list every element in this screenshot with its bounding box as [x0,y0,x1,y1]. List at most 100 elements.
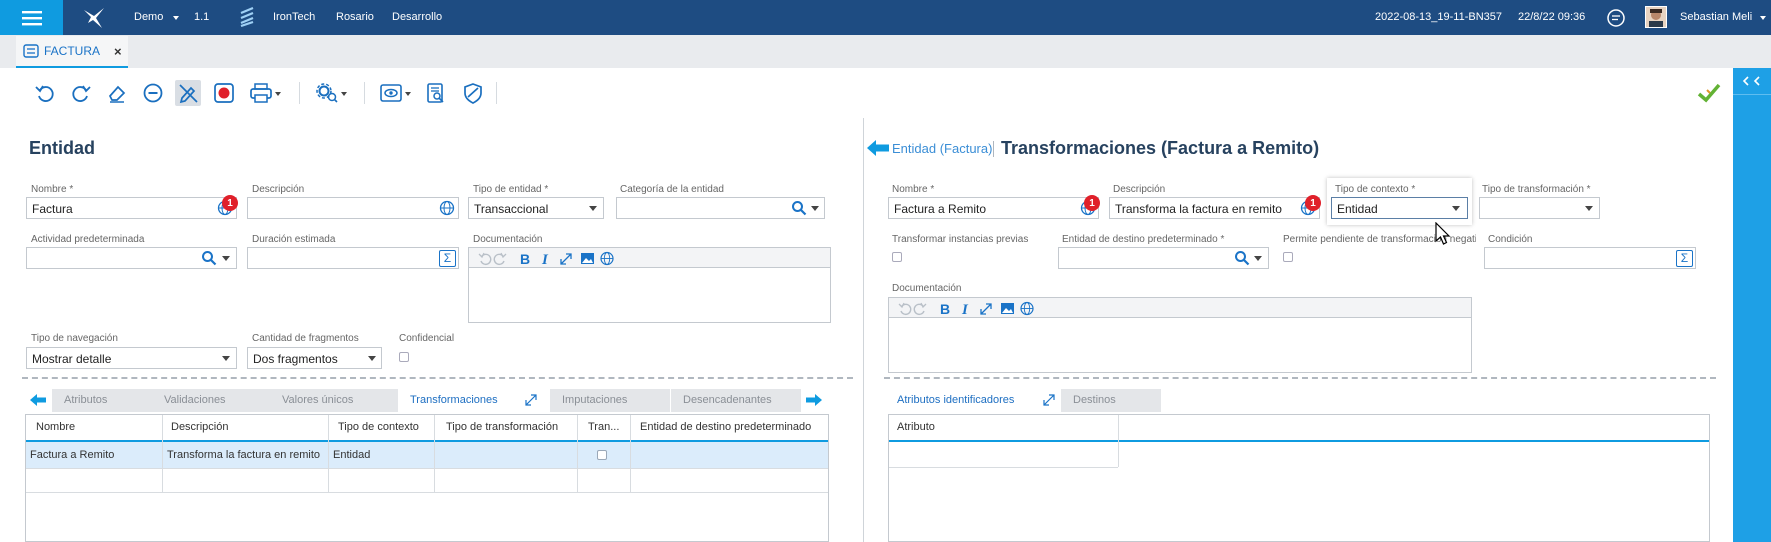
entidad-destino-label: Entidad de destino predeterminado * [1062,234,1225,245]
descripcion-input[interactable]: Transforma la factura en remito [1109,197,1320,219]
chevron-down-icon [222,356,230,361]
chevron-down-icon[interactable] [811,206,819,211]
notification-badge[interactable]: 1 [222,195,238,211]
search-icon[interactable] [201,250,217,266]
tab-factura[interactable]: FACTURA × [16,36,128,68]
column-header-nombre[interactable]: Nombre [36,421,75,433]
chat-icon[interactable] [1606,8,1626,28]
tab-validaciones[interactable]: Validaciones [152,389,270,412]
breadcrumb[interactable]: Entidad (Factura) [892,141,992,156]
permite-pendiente-checkbox[interactable] [1283,252,1293,262]
chevron-down-icon[interactable] [1254,256,1262,261]
city-label[interactable]: Rosario [336,11,374,23]
environment-selector[interactable]: Demo [134,11,163,23]
tab-label: FACTURA [44,44,101,58]
notification-badge[interactable]: 1 [1305,195,1321,211]
undo-icon[interactable] [32,80,58,106]
build-label: 2022-08-13_19-11-BN357 [1375,11,1502,23]
search-icon[interactable] [791,200,807,216]
confidencial-label: Confidencial [399,333,455,344]
column-header-descripcion[interactable]: Descripción [171,421,228,433]
grid-row-divider [889,467,1118,468]
documentacion-editor[interactable] [888,318,1472,373]
toolbar-divider [364,82,365,104]
rich-text-toolbar: B I [888,297,1472,318]
close-icon[interactable]: × [114,44,122,59]
tipo-contexto-select[interactable]: Entidad [1331,197,1468,219]
tab-atributos[interactable]: Atributos [52,389,152,412]
tab-desencadenantes[interactable]: Desencadenantes [671,389,801,412]
tipo-contexto-label: Tipo de contexto * [1335,184,1416,195]
cantidad-fragmentos-select[interactable]: Dos fragmentos [247,347,382,369]
rich-text-toolbar: B I [468,247,831,268]
notification-badge[interactable]: 1 [1084,195,1100,211]
tipo-entidad-select[interactable]: Transaccional [468,197,604,219]
view-icon[interactable] [377,80,415,106]
back-arrow-icon[interactable] [866,139,890,157]
cell-tipo-contexto: Entidad [333,449,371,461]
datetime-label: 22/8/22 09:36 [1518,11,1586,23]
documentacion-editor[interactable] [468,268,831,323]
descripcion-label: Descripción [1113,184,1166,195]
table-row[interactable] [26,442,828,468]
cell-nombre: Factura a Remito [30,449,115,461]
expand-icon[interactable] [1043,394,1055,406]
nombre-input[interactable]: Factura [26,197,237,219]
panel-divider [863,118,864,542]
grid-col-divider [630,415,631,492]
column-header-tipo-contexto[interactable]: Tipo de contexto [338,421,419,433]
hamburger-menu-icon[interactable] [0,0,63,35]
minus-circle-icon[interactable] [140,80,166,106]
shield-icon[interactable] [460,80,486,106]
print-icon[interactable] [247,80,285,106]
collapse-left-icon[interactable] [1742,76,1764,86]
company-label[interactable]: IronTech [273,11,315,23]
chevron-down-icon[interactable] [222,256,230,261]
svg-text:B: B [520,251,530,266]
chevron-down-icon[interactable] [173,16,179,20]
column-header-transformar[interactable]: Tran... [588,421,619,433]
eraser-icon[interactable] [104,80,130,106]
condicion-input[interactable] [1484,247,1696,269]
transformar-label: Transformar instancias previas [892,234,1029,245]
avatar[interactable] [1645,6,1667,28]
row-checkbox[interactable] [597,450,607,460]
redo-icon[interactable] [68,80,94,106]
document-search-icon[interactable] [423,80,449,106]
tipo-transformacion-select[interactable] [1479,197,1600,219]
expand-icon[interactable] [525,394,537,406]
column-header-entidad-destino[interactable]: Entidad de destino predeterminado [640,421,811,433]
tipo-entidad-label: Tipo de entidad * [473,184,549,195]
settings-search-icon[interactable] [313,80,351,106]
app-logo-icon[interactable] [82,7,106,29]
edit-off-icon[interactable] [175,80,201,106]
chevron-down-icon[interactable] [1760,16,1766,20]
stage-label[interactable]: Desarrollo [392,11,442,23]
tab-atributos-identificadores[interactable]: Atributos identificadores [885,389,1035,412]
tipo-navegacion-select[interactable]: Mostrar detalle [26,347,237,369]
condicion-label: Condición [1488,234,1533,245]
chevron-down-icon [368,356,376,361]
confidencial-checkbox[interactable] [399,352,409,362]
search-icon[interactable] [1234,250,1250,266]
column-header-atributo[interactable]: Atributo [897,421,935,433]
nombre-input[interactable]: Factura a Remito [888,197,1099,219]
arrow-right-icon[interactable] [805,393,823,407]
check-icon[interactable] [1696,80,1722,106]
record-icon[interactable] [211,80,237,106]
page-title: Transformaciones (Factura a Remito) [1001,138,1320,158]
transformar-checkbox[interactable] [892,252,902,262]
sigma-icon[interactable]: Σ [439,250,456,267]
chevron-down-icon [589,206,597,211]
column-header-tipo-transformacion[interactable]: Tipo de transformación [446,421,558,433]
cell-descripcion: Transforma la factura en remito [167,449,321,461]
tab-imputaciones[interactable]: Imputaciones [550,389,670,412]
user-name[interactable]: Sebastian Meli [1680,11,1752,23]
tab-destinos[interactable]: Destinos [1061,389,1161,412]
sigma-icon[interactable]: Σ [1676,250,1693,267]
arrow-left-icon[interactable] [29,393,47,407]
descripcion-input[interactable] [247,197,459,219]
duracion-input[interactable] [247,247,459,269]
globe-icon[interactable] [439,200,455,216]
tab-valores-unicos[interactable]: Valores únicos [270,389,398,412]
